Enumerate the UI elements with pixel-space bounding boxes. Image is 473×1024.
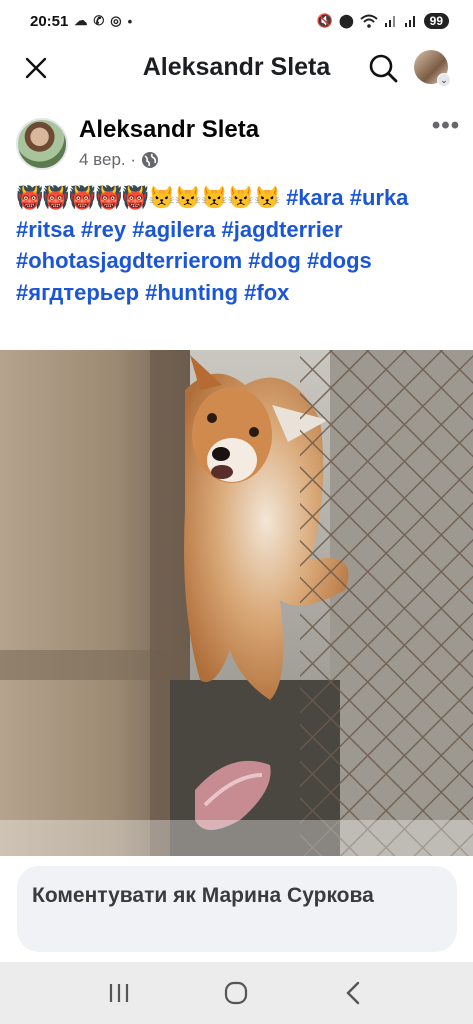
status-time: 20:51 xyxy=(30,12,69,30)
post-header: Aleksandr Sleta 4 вер. · ••• xyxy=(0,108,473,178)
cloud-icon: ☁ xyxy=(74,13,88,28)
post-photo[interactable] xyxy=(0,350,473,856)
post-meta: 4 вер. · xyxy=(79,150,159,170)
hashtag-link[interactable]: #kara xyxy=(286,185,344,210)
hashtag-link[interactable]: #ягдтерьер xyxy=(16,280,139,305)
back-icon xyxy=(346,981,360,1005)
status-bar: 20:51 ☁ ✆ ◎ • 🔇 ⬤ 99 xyxy=(0,0,473,42)
comment-area: Коментувати як Марина Суркова xyxy=(0,856,473,962)
back-button[interactable] xyxy=(332,971,376,1015)
comment-input[interactable]: Коментувати як Марина Суркова xyxy=(17,866,457,952)
page-title: Aleksandr Sleta xyxy=(142,53,331,81)
search-icon xyxy=(369,54,398,83)
post-text: 👹👹👹👹👹😾😾😾😾😾 #kara #urka #ritsa #rey #agil… xyxy=(16,182,461,308)
emoji-row: 👹👹👹👹👹😾😾😾😾😾 xyxy=(16,185,281,210)
wifi-icon xyxy=(359,14,378,28)
fox-photo-image xyxy=(0,350,473,856)
globe-icon xyxy=(142,152,159,168)
home-button[interactable] xyxy=(214,971,258,1015)
hashtag-link[interactable]: #agilera xyxy=(132,217,215,242)
home-icon xyxy=(225,981,248,1005)
hashtag-link[interactable]: #fox xyxy=(244,280,289,305)
hashtag-link[interactable]: #rey xyxy=(81,217,126,242)
hashtag-link[interactable]: #ohotasjagdterrierom xyxy=(16,248,242,273)
profile-avatar-button[interactable]: ⌄ xyxy=(414,50,451,87)
hashtag-link[interactable]: #dogs xyxy=(307,248,372,273)
location-ring-icon: ◎ xyxy=(110,13,122,28)
recent-apps-button[interactable] xyxy=(97,971,141,1015)
author-avatar[interactable] xyxy=(16,118,68,170)
signal-icon xyxy=(384,16,395,27)
post-time[interactable]: 4 вер. · xyxy=(79,150,136,170)
signal-icon xyxy=(404,16,415,27)
chevron-down-icon: ⌄ xyxy=(437,73,451,87)
system-navbar xyxy=(0,962,473,1024)
author-name[interactable]: Aleksandr Sleta xyxy=(79,116,259,144)
top-bar: Aleksandr Sleta ⌄ xyxy=(0,42,473,92)
recent-apps-icon xyxy=(109,984,128,1002)
search-button[interactable] xyxy=(366,51,400,85)
hashtag-link[interactable]: #hunting xyxy=(145,280,238,305)
hashtag-link[interactable]: #ritsa xyxy=(16,217,75,242)
mute-icon: 🔇 xyxy=(316,13,334,28)
viber-icon: ✆ xyxy=(93,13,105,28)
hashtag-link[interactable]: #dog xyxy=(248,248,301,273)
hashtag-link[interactable]: #urka xyxy=(350,185,409,210)
location-icon: ⬤ xyxy=(339,13,354,28)
more-options-button[interactable]: ••• xyxy=(428,114,464,140)
battery-indicator: 99 xyxy=(423,13,449,29)
hashtag-link[interactable]: #jagdterrier xyxy=(222,217,343,242)
dot-icon: • xyxy=(127,13,133,29)
